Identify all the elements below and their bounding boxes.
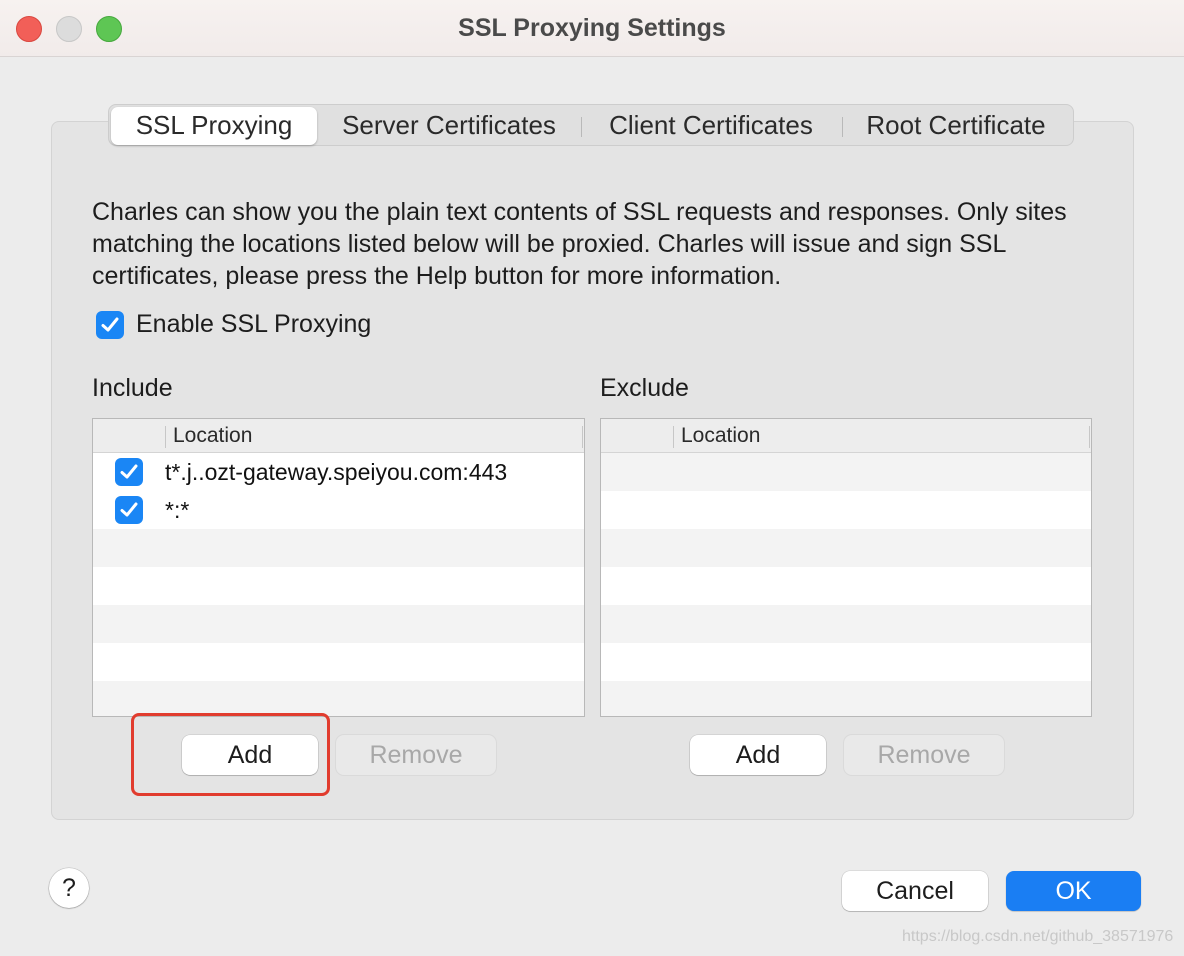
empty-row [93, 529, 584, 567]
empty-row [601, 605, 1091, 643]
column-divider [165, 426, 166, 448]
column-divider [1089, 426, 1090, 448]
column-divider [673, 426, 674, 448]
empty-row [93, 681, 584, 716]
watermark-text: https://blog.csdn.net/github_38571976 [902, 928, 1174, 945]
empty-row [93, 643, 584, 681]
empty-row [93, 605, 584, 643]
tab-root-certificate[interactable]: Root Certificate [849, 105, 1063, 147]
include-table-header: Location [93, 419, 584, 453]
table-row[interactable]: *:* [93, 491, 584, 529]
empty-row [601, 567, 1091, 605]
tab-server-certificates[interactable]: Server Certificates [323, 105, 575, 147]
include-table: Location t*.j..ozt-gateway.speiyou.com:4… [92, 418, 585, 717]
include-location-header[interactable]: Location [173, 424, 252, 448]
row-enabled-checkbox[interactable] [115, 458, 143, 486]
exclude-table: Location [600, 418, 1092, 717]
tab-ssl-proxying[interactable]: SSL Proxying [111, 107, 317, 145]
empty-row [601, 529, 1091, 567]
row-enabled-checkbox[interactable] [115, 496, 143, 524]
exclude-label: Exclude [600, 374, 689, 402]
exclude-add-button[interactable]: Add [690, 735, 826, 775]
tab-divider [842, 117, 843, 137]
cancel-button[interactable]: Cancel [842, 871, 988, 911]
empty-row [93, 567, 584, 605]
empty-row [601, 491, 1091, 529]
help-button[interactable]: ? [49, 868, 89, 908]
column-divider [582, 426, 583, 448]
enable-ssl-label: Enable SSL Proxying [136, 310, 372, 338]
empty-row [601, 453, 1091, 491]
ok-button[interactable]: OK [1006, 871, 1141, 911]
annotation-highlight-box [131, 713, 330, 796]
exclude-location-header[interactable]: Location [681, 424, 760, 448]
table-row[interactable]: t*.j..ozt-gateway.speiyou.com:443 [93, 453, 584, 491]
checkmark-icon [120, 464, 138, 479]
tab-bar: SSL Proxying Server Certificates Client … [108, 104, 1074, 146]
location-cell: t*.j..ozt-gateway.speiyou.com:443 [165, 459, 508, 485]
empty-row [601, 643, 1091, 681]
window-title: SSL Proxying Settings [458, 14, 726, 42]
location-cell: *:* [165, 497, 190, 523]
tab-divider [581, 117, 582, 137]
empty-row [601, 681, 1091, 716]
exclude-remove-button[interactable]: Remove [844, 735, 1004, 775]
checkmark-icon [101, 317, 119, 332]
description-text: Charles can show you the plain text cont… [92, 198, 1067, 290]
tab-client-certificates[interactable]: Client Certificates [587, 105, 835, 147]
include-remove-button[interactable]: Remove [336, 735, 496, 775]
exclude-table-header: Location [601, 419, 1091, 453]
include-label: Include [92, 374, 173, 402]
checkmark-icon [120, 502, 138, 517]
enable-ssl-checkbox[interactable] [96, 311, 124, 339]
